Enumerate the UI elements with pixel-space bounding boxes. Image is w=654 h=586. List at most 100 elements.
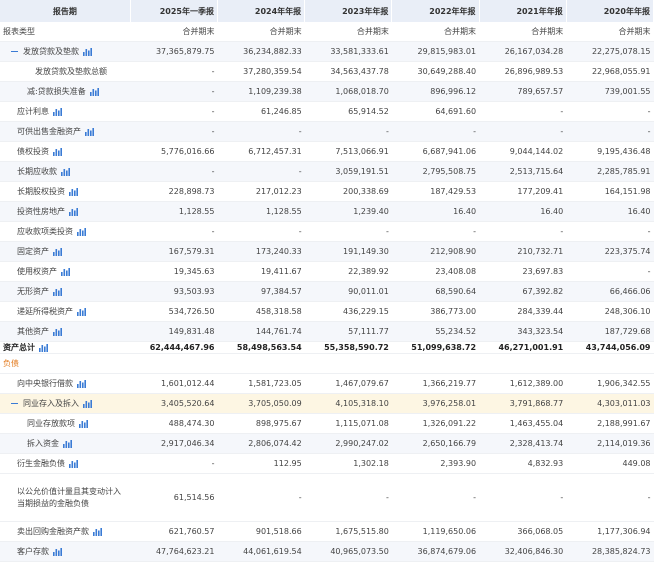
bar-chart-icon[interactable]	[61, 267, 70, 276]
value-cell: 1,906,342.55	[566, 373, 654, 394]
value-cell: 458,318.58	[217, 301, 305, 322]
value-cell: 1,128.55	[130, 201, 218, 222]
table-row: 向中央银行借款 1,601,012.44 1,581,723.05 1,467,079…	[0, 373, 654, 394]
bar-chart-icon[interactable]	[53, 107, 62, 116]
value-cell: 1,177,306.94	[566, 521, 654, 542]
bar-chart-icon[interactable]	[61, 167, 70, 176]
value-cell: 3,976,258.01	[391, 393, 480, 414]
bar-chart-icon[interactable]	[53, 327, 62, 336]
value-cell: 55,234.52	[391, 321, 480, 342]
row-label-cell: 固定资产	[0, 241, 131, 262]
value-cell: 3,405,520.64	[130, 393, 218, 414]
bar-chart-icon[interactable]	[53, 247, 62, 256]
bar-chart-icon[interactable]	[53, 547, 62, 556]
row-label-cell: 发放贷款及垫款	[0, 41, 131, 62]
value-cell: 191,149.30	[304, 241, 392, 262]
value-cell	[479, 353, 567, 374]
row-label: 衍生金融负债	[17, 459, 65, 468]
value-cell: 58,498,563.54	[217, 341, 305, 354]
value-cell: 47,764,623.21	[130, 541, 218, 562]
column-header[interactable]: 2025年一季报	[130, 0, 218, 22]
table-row: 应计利息 -61,246.85 65,914.52 64,691.60- -	[0, 101, 654, 122]
row-label-cell: 减:贷款损失准备	[0, 81, 131, 102]
bar-chart-icon[interactable]	[93, 527, 102, 536]
value-cell: -	[479, 121, 567, 142]
value-cell: 44,061,619.54	[217, 541, 305, 562]
column-header[interactable]: 2020年年报	[566, 0, 654, 22]
row-label: 固定资产	[17, 247, 49, 256]
value-cell: 6,687,941.06	[391, 141, 480, 162]
value-cell: 33,581,333.61	[304, 41, 392, 62]
column-header[interactable]: 2023年年报	[304, 0, 393, 22]
table-row: 长期应收款 - -3,059,191.51 2,795,508.75 2,513,715…	[0, 161, 654, 182]
table-row: 递延所得税资产 534,726.50 458,318.58 436,229.15 386…	[0, 301, 654, 322]
value-cell: 1,109,239.38	[217, 81, 305, 102]
value-cell: 1,068,018.70	[304, 81, 392, 102]
value-cell: 43,744,056.09	[566, 341, 654, 354]
row-label-wrap: 债权投资	[3, 146, 62, 157]
value-cell: 61,514.56	[130, 473, 218, 522]
bar-chart-icon[interactable]	[77, 227, 86, 236]
value-cell: 1,612,389.00	[479, 373, 567, 394]
value-cell: 51,099,638.72	[391, 341, 480, 354]
bar-chart-icon[interactable]	[79, 419, 88, 428]
bar-chart-icon[interactable]	[53, 147, 62, 156]
value-cell: 合并期末	[391, 22, 480, 42]
row-label-wrap: 应收款项类投资	[3, 226, 86, 237]
value-cell	[304, 353, 392, 374]
value-cell: 1,302.18	[304, 453, 392, 474]
table-row: 客户存款 47,764,623.21 44,061,619.54 40,965,073…	[0, 541, 654, 562]
value-cell: 合并期末	[217, 22, 305, 42]
bar-chart-icon[interactable]	[69, 207, 78, 216]
value-cell: 9,044,144.02	[479, 141, 567, 162]
bar-chart-icon[interactable]	[89, 87, 99, 96]
value-cell: -	[130, 453, 218, 474]
bar-chart-icon[interactable]	[83, 47, 92, 56]
row-label-cell: 长期应收款	[0, 161, 131, 182]
column-header[interactable]: 2021年年报	[479, 0, 567, 22]
value-cell: 3,705,050.09	[217, 393, 305, 414]
value-cell: 4,303,011.03	[566, 393, 654, 414]
value-cell: 112.95	[217, 453, 305, 474]
value-cell: -	[130, 221, 218, 242]
value-cell: 2,917,046.34	[130, 433, 218, 454]
bar-chart-icon[interactable]	[53, 287, 62, 296]
row-label: 负债	[3, 359, 19, 368]
bar-chart-icon[interactable]	[63, 439, 72, 448]
bar-chart-icon[interactable]	[83, 399, 92, 408]
value-cell: -	[391, 121, 480, 142]
row-label-cell: 长期股权投资	[0, 181, 131, 202]
row-label-cell: 应计利息	[0, 101, 131, 122]
bar-chart-icon[interactable]	[69, 459, 78, 468]
collapse-minus-icon[interactable]	[11, 403, 18, 404]
value-cell: 68,590.64	[391, 281, 480, 302]
value-cell: 93,503.93	[130, 281, 218, 302]
value-cell: 739,001.55	[566, 81, 654, 102]
value-cell: 34,563,437.78	[304, 61, 392, 82]
row-label-cell: 发放贷款及垫款总额	[0, 61, 131, 82]
value-cell: -	[217, 221, 305, 242]
value-cell: 898,975.67	[217, 413, 305, 434]
bar-chart-icon[interactable]	[77, 307, 86, 316]
row-label: 可供出售金融资产	[17, 127, 81, 136]
row-label-cell: 可供出售金融资产	[0, 121, 131, 142]
value-cell: 36,874,679.06	[391, 541, 480, 562]
value-cell: 3,059,191.51	[304, 161, 392, 182]
value-cell: 2,285,785.91	[566, 161, 654, 182]
value-cell: 23,408.08	[391, 261, 480, 282]
collapse-minus-icon[interactable]	[11, 51, 18, 52]
value-cell: 64,691.60	[391, 101, 480, 122]
column-header[interactable]: 2022年年报	[391, 0, 480, 22]
row-label-wrap: 发放贷款及垫款总额	[3, 66, 107, 77]
row-label-wrap: 固定资产	[3, 246, 62, 257]
bar-chart-icon[interactable]	[85, 127, 94, 136]
value-cell: 6,712,457.31	[217, 141, 305, 162]
bar-chart-icon[interactable]	[77, 379, 86, 388]
column-header[interactable]: 2024年年报	[217, 0, 306, 22]
value-cell: 90,011.01	[304, 281, 392, 302]
value-cell: 19,345.63	[130, 261, 218, 282]
value-cell: 28,385,824.73	[566, 541, 654, 562]
bar-chart-icon[interactable]	[39, 343, 48, 352]
value-cell: 1,326,091.22	[391, 413, 480, 434]
bar-chart-icon[interactable]	[69, 187, 78, 196]
